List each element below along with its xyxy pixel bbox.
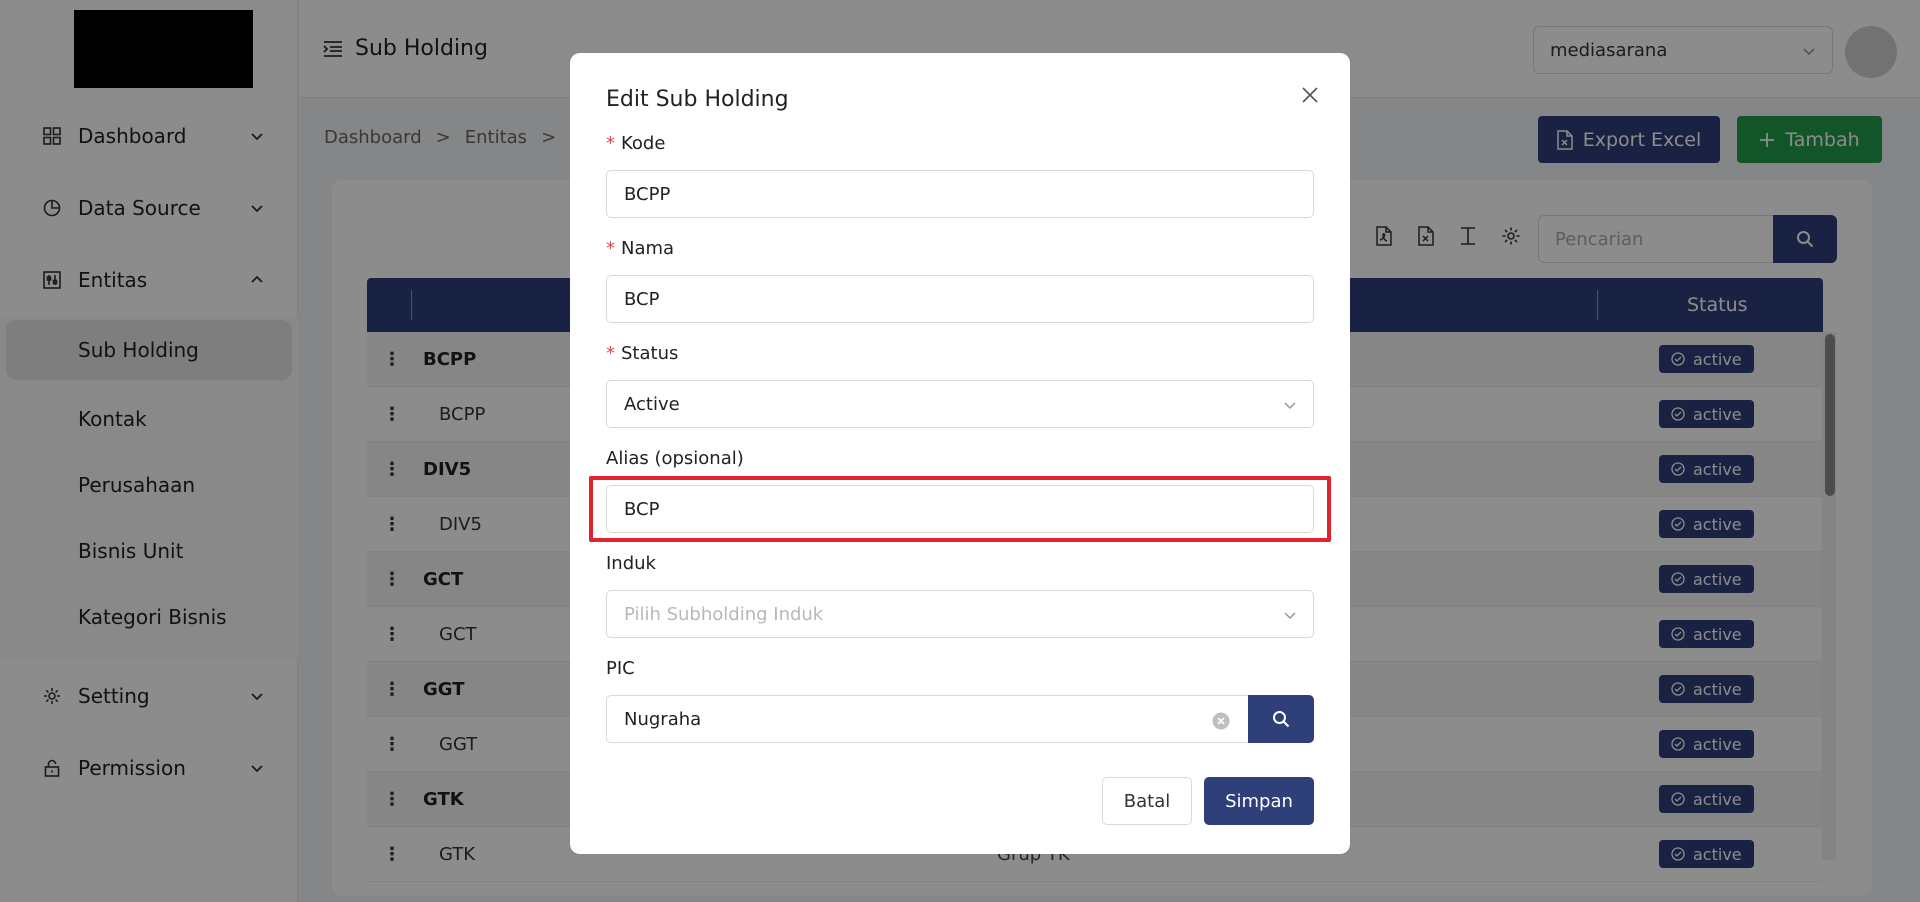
nama-label: * Nama <box>606 238 674 259</box>
cancel-button[interactable]: Batal <box>1102 777 1192 825</box>
nama-value: BCP <box>624 288 660 310</box>
status-label-text: Status <box>621 343 679 364</box>
chevron-down-icon <box>1284 612 1296 620</box>
nama-field[interactable]: BCP <box>606 275 1314 323</box>
required-marker: * <box>606 238 615 259</box>
kode-value: BCPP <box>624 183 671 205</box>
nama-label-text: Nama <box>621 238 675 259</box>
alias-field[interactable]: BCP <box>606 485 1314 533</box>
edit-sub-holding-modal: Edit Sub Holding * Kode BCPP * Nama BCP … <box>570 53 1350 854</box>
chevron-down-icon <box>1284 402 1296 410</box>
close-button[interactable] <box>1298 83 1322 107</box>
clear-icon[interactable] <box>1212 712 1230 730</box>
kode-label-text: Kode <box>621 133 666 154</box>
pic-value: Nugraha <box>624 708 702 730</box>
required-marker: * <box>606 343 615 364</box>
required-marker: * <box>606 133 615 154</box>
induk-select[interactable]: Pilih Subholding Induk <box>606 590 1314 638</box>
search-icon <box>1273 711 1290 728</box>
modal-title: Edit Sub Holding <box>606 87 789 112</box>
pic-search-button[interactable] <box>1248 695 1314 743</box>
status-label: * Status <box>606 343 678 364</box>
save-button[interactable]: Simpan <box>1204 777 1314 825</box>
induk-label: Induk <box>606 553 656 574</box>
status-select-value: Active <box>624 393 680 415</box>
pic-label: PIC <box>606 658 635 679</box>
close-icon <box>1302 87 1318 103</box>
kode-field[interactable]: BCPP <box>606 170 1314 218</box>
induk-placeholder: Pilih Subholding Induk <box>624 603 824 625</box>
kode-label: * Kode <box>606 133 665 154</box>
pic-field[interactable]: Nugraha <box>606 695 1250 743</box>
alias-value: BCP <box>624 498 660 520</box>
status-select[interactable]: Active <box>606 380 1314 428</box>
alias-label: Alias (opsional) <box>606 448 744 469</box>
